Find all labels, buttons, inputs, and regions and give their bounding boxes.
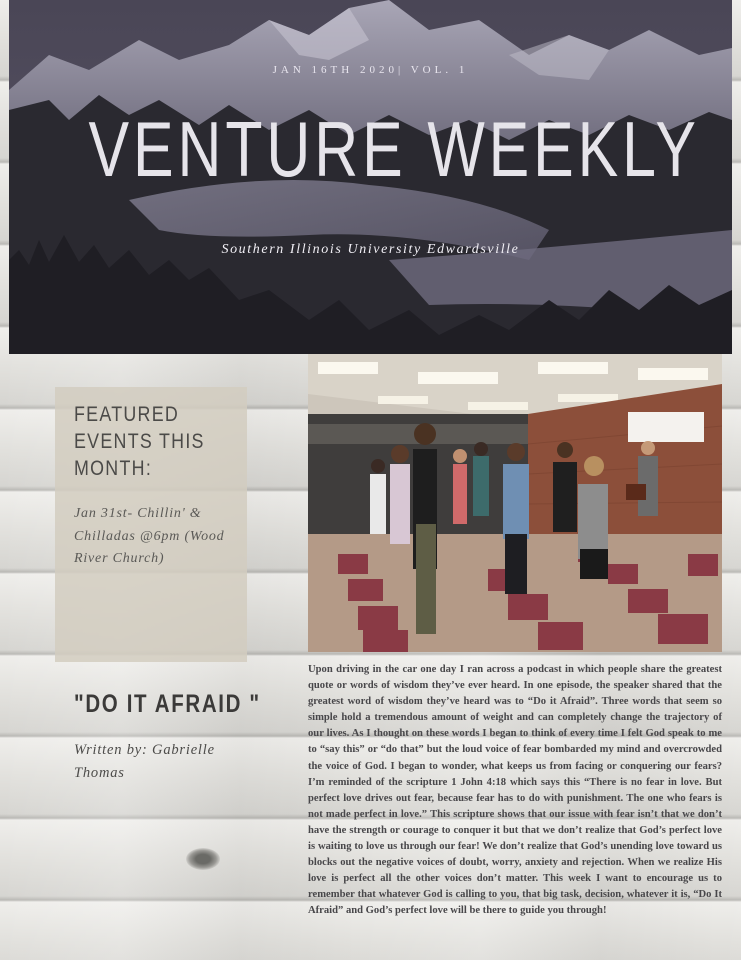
article-body: Upon driving in the car one day I ran ac… — [308, 664, 722, 917]
featured-events-box: FEATURED EVENTS THIS MONTH: Jan 31st- Ch… — [55, 387, 247, 662]
article-title: "DO IT AFRAID " — [74, 690, 261, 718]
wood-knot — [186, 848, 220, 870]
group-photo — [308, 354, 722, 652]
newsletter-title: VENTURE WEEKLY — [88, 105, 700, 193]
featured-event-item: Jan 31st- Chillin' & Chilladas @6pm (Woo… — [74, 506, 225, 566]
masthead-banner: JAN 16TH 2020| VOL. 1 VENTURE WEEKLY Sou… — [9, 0, 732, 354]
room-photo-image — [308, 354, 722, 652]
issue-dateline: JAN 16TH 2020| VOL. 1 — [272, 64, 469, 76]
article-byline: Written by: Gabrielle Thomas — [74, 742, 215, 781]
featured-events-heading: FEATURED EVENTS THIS MONTH: — [74, 403, 205, 480]
university-subtitle: Southern Illinois University Edwardsvill… — [221, 242, 520, 257]
